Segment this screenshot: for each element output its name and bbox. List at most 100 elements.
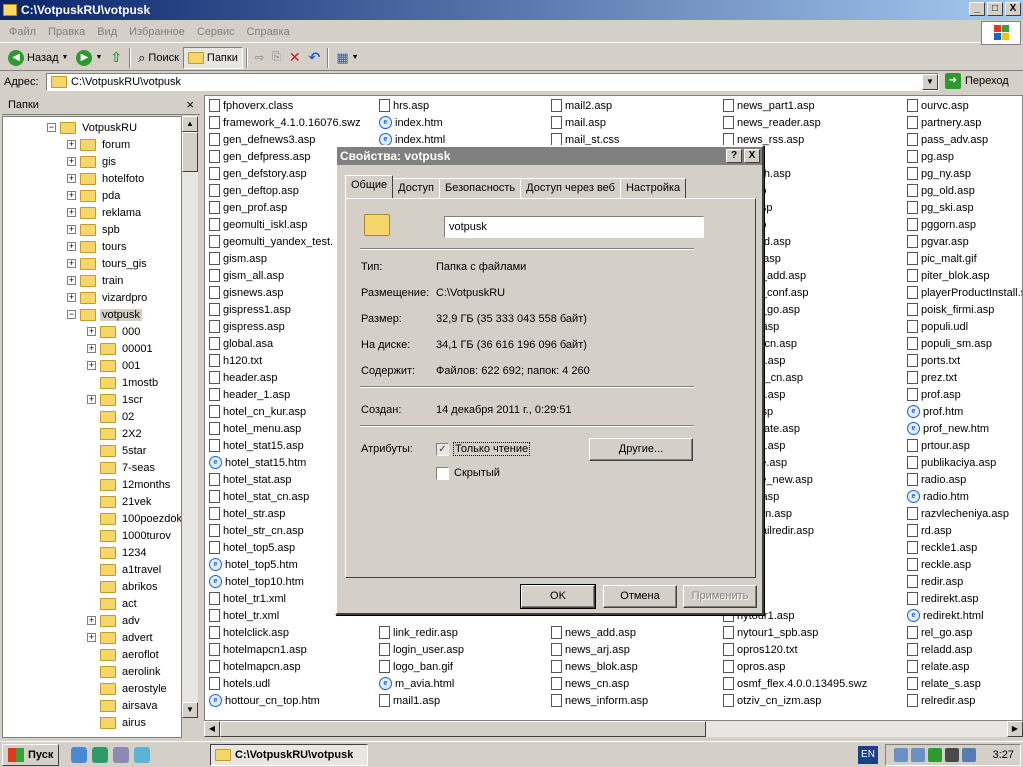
file-item[interactable]: link_redir.asp [379,624,549,641]
tree-item[interactable]: + gis [67,153,118,170]
file-item[interactable]: e redirekt.html [907,607,1022,624]
file-item[interactable]: relate_s.asp [907,675,1022,692]
close-pane-button[interactable]: × [186,97,194,112]
task-explorer-window[interactable]: C:\VotpuskRU\votpusk [210,744,368,766]
language-indicator[interactable]: EN [858,746,878,764]
file-item[interactable]: news_inform.asp [551,692,721,709]
file-item[interactable]: partnery.asp [907,114,1022,131]
collapse-icon[interactable]: − [47,123,56,132]
tree-item[interactable]: + pda [67,187,122,204]
menu-favorites[interactable]: Избранное [123,26,191,38]
readonly-checkbox[interactable]: ✓ [436,443,449,456]
file-item[interactable]: news_blok.asp [551,658,721,675]
tree-item[interactable]: 7-seas [87,459,157,476]
file-item[interactable]: pggorn.asp [907,216,1022,233]
expand-icon[interactable]: + [67,191,76,200]
file-item[interactable]: news_cn.asp [551,675,721,692]
tree-item[interactable]: − VotpuskRU [47,119,139,136]
file-item[interactable]: news_reader.asp [723,114,893,131]
file-item[interactable]: otziv_cn_izm.asp [723,692,893,709]
file-item[interactable]: radio.asp [907,471,1022,488]
expand-icon[interactable]: + [67,208,76,217]
tree-scrollbar[interactable]: ▲ ▼ [182,116,198,718]
expand-icon[interactable]: + [87,395,96,404]
tree-item[interactable]: 1234 [87,544,148,561]
file-item[interactable]: rel_go.asp [907,624,1022,641]
tree-item[interactable]: act [87,595,139,612]
menu-file[interactable]: Файл [3,26,42,38]
tree-item[interactable]: aeroflot [87,646,161,663]
file-item[interactable]: populi_sm.asp [907,335,1022,352]
file-item[interactable]: pass_adv.asp [907,131,1022,148]
file-item[interactable]: e index.htm [379,114,549,131]
maximize-button[interactable]: □ [987,2,1003,16]
tree-item[interactable]: abrikos [87,578,159,595]
file-item[interactable]: playerProductInstall.sw [907,284,1022,301]
expand-icon[interactable]: + [67,276,76,285]
file-item[interactable]: poisk_firmi.asp [907,301,1022,318]
quicklaunch-icon[interactable] [113,746,130,763]
quicklaunch-icon[interactable] [92,746,109,763]
expand-icon[interactable]: + [67,242,76,251]
expand-icon[interactable]: + [87,327,96,336]
tree-item[interactable]: 1mostb [87,374,160,391]
clock[interactable]: 3:27 [993,749,1014,761]
tab-general[interactable]: Общие [345,175,394,198]
advanced-button[interactable]: Другие... [589,438,693,461]
file-item[interactable]: opros120.txt [723,641,893,658]
file-item[interactable]: relredir.asp [907,692,1022,709]
menu-edit[interactable]: Правка [42,26,91,38]
file-item[interactable]: e prof_new.htm [907,420,1022,437]
delete-button[interactable]: ✕ [285,47,305,69]
tree-item[interactable]: aerostyle [87,680,169,697]
file-item[interactable]: pg.asp [907,148,1022,165]
tray-app-icon[interactable] [944,748,959,762]
close-button[interactable]: X [1005,2,1021,16]
tree-item[interactable]: +00001 [87,340,155,357]
file-item[interactable]: reckle.asp [907,556,1022,573]
folder-name-input[interactable] [444,216,704,238]
expand-icon[interactable]: + [67,225,76,234]
file-item[interactable]: redir.asp [907,573,1022,590]
tree-item[interactable]: + forum [67,136,132,153]
file-item[interactable]: news_part1.asp [723,97,893,114]
help-button[interactable]: ? [726,149,742,163]
tab-customize[interactable]: Настройка [619,178,687,198]
tree-item[interactable]: 12months [87,476,172,493]
file-item[interactable]: pg_ski.asp [907,199,1022,216]
file-item[interactable]: hrs.asp [379,97,549,114]
file-item[interactable]: redirekt.asp [907,590,1022,607]
file-item[interactable]: fphoverx.class [209,97,379,114]
file-item[interactable]: prez.txt [907,369,1022,386]
tray-app-icon[interactable] [927,748,942,762]
go-button[interactable]: ➜ Переход [945,73,1009,89]
scroll-down-button[interactable]: ▼ [182,702,198,718]
file-item[interactable]: razvlecheniya.asp [907,505,1022,522]
search-button[interactable]: ⌕ Поиск [134,47,183,69]
network-icon[interactable] [910,748,925,762]
expand-icon[interactable]: + [67,174,76,183]
scroll-thumb[interactable] [220,721,706,737]
file-item[interactable]: e radio.htm [907,488,1022,505]
file-item[interactable]: ourvc.asp [907,97,1022,114]
scroll-right-button[interactable]: ▶ [1007,721,1023,737]
file-item[interactable]: reladd.asp [907,641,1022,658]
move-to-button[interactable]: ⇨ [251,47,268,69]
address-input[interactable]: C:\VotpuskRU\votpusk ▼ [46,73,939,91]
tree-item[interactable]: airus [87,714,148,731]
expand-icon[interactable]: + [67,157,76,166]
collapse-icon[interactable]: − [67,310,76,319]
file-item[interactable]: populi.udl [907,318,1022,335]
file-item[interactable]: mail2.asp [551,97,721,114]
file-item[interactable]: logo_ban.gif [379,658,549,675]
file-item[interactable]: mail1.asp [379,692,549,709]
minimize-button[interactable]: _ [969,2,985,16]
file-item[interactable]: opros.asp [723,658,893,675]
tree-item[interactable]: a1travel [87,561,163,578]
views-button[interactable]: ▦ ▼ [332,47,362,69]
file-item[interactable]: publikaciya.asp [907,454,1022,471]
scroll-up-button[interactable]: ▲ [182,116,198,132]
tree-item[interactable]: − votpusk [67,306,142,323]
file-item[interactable]: ports.txt [907,352,1022,369]
file-item[interactable]: e m_avia.html [379,675,549,692]
